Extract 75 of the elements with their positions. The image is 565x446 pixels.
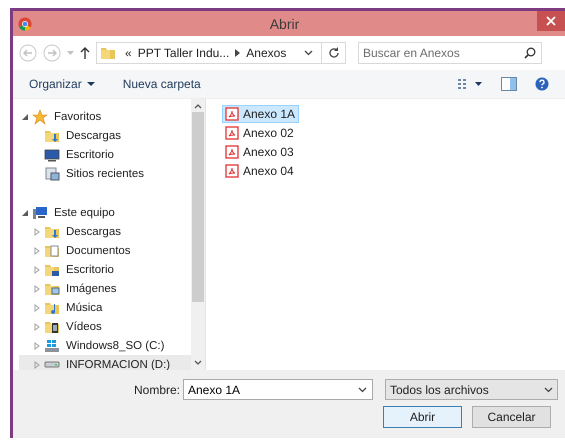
app-logo-icon	[18, 16, 32, 30]
sidebar-item[interactable]: Windows8_SO (C:)	[19, 336, 191, 355]
collapsed-arrow-icon[interactable]	[33, 304, 41, 312]
name-label: Nombre:	[132, 382, 180, 396]
folder-icon	[100, 45, 116, 61]
pdf-file-icon	[225, 107, 239, 121]
collapsed-arrow-icon[interactable]	[33, 266, 41, 274]
chevron-down-icon	[304, 50, 313, 56]
computer-icon	[32, 204, 48, 220]
chevron-down-icon	[358, 386, 367, 392]
view-options-icon[interactable]	[457, 78, 483, 90]
collapsed-arrow-icon[interactable]	[33, 284, 41, 292]
file-item[interactable]: Anexo 1A	[222, 105, 300, 123]
refresh-icon	[328, 47, 340, 59]
search-field[interactable]: Buscar en Anexos	[358, 42, 542, 64]
star-icon	[32, 108, 48, 124]
collapsed-arrow-icon[interactable]	[33, 360, 41, 368]
collapsed-arrow-icon[interactable]	[33, 228, 41, 236]
new-folder-button[interactable]: Nueva carpeta	[122, 77, 201, 91]
file-item[interactable]: Anexo 04	[222, 162, 298, 180]
refresh-button[interactable]	[322, 42, 346, 64]
folder-icon	[44, 242, 60, 258]
collapsed-arrow-icon[interactable]	[33, 246, 41, 254]
sidebar-item[interactable]: Imágenes	[19, 279, 191, 298]
history-caret-icon[interactable]	[67, 51, 74, 55]
caret-icon	[86, 82, 95, 86]
sidebar-item[interactable]: Documentos	[19, 241, 191, 260]
sidebar-item[interactable]: Sitios recientes	[19, 164, 191, 183]
file-item[interactable]: Anexo 03	[222, 143, 298, 161]
pdf-file-icon	[225, 164, 239, 178]
windows-drive-icon	[44, 338, 60, 354]
sidebar-item[interactable]: Escritorio	[19, 145, 191, 164]
monitor-icon	[44, 146, 60, 162]
sidebar-item[interactable]: Música	[19, 298, 191, 317]
scroll-up-icon[interactable]	[194, 102, 202, 110]
scrollbar[interactable]	[191, 99, 205, 370]
drive-icon	[44, 360, 60, 369]
search-icon	[524, 47, 536, 59]
expanded-arrow-icon[interactable]	[21, 208, 29, 216]
help-icon[interactable]	[535, 77, 549, 91]
breadcrumb[interactable]: PPT Taller Indu...	[138, 46, 230, 60]
file-item[interactable]: Anexo 02	[222, 124, 298, 142]
back-icon	[19, 44, 37, 62]
sidebar-item[interactable]: INFORMACION (D:)	[19, 355, 191, 370]
address-bar[interactable]: « PPT Taller Indu... Anexos	[96, 42, 322, 64]
close-button[interactable]	[537, 11, 565, 31]
expanded-arrow-icon[interactable]	[21, 112, 29, 120]
sidebar-item[interactable]: Favoritos	[19, 107, 191, 126]
back-button[interactable]	[19, 44, 37, 62]
up-arrow-icon[interactable]	[80, 47, 90, 59]
chevron-down-icon	[544, 386, 553, 392]
separator-arrow-icon[interactable]	[235, 49, 240, 57]
forward-button[interactable]	[43, 44, 61, 62]
scroll-down-icon[interactable]	[194, 359, 202, 367]
collapsed-arrow-icon[interactable]	[33, 322, 41, 330]
pdf-file-icon	[225, 145, 239, 159]
sidebar-item[interactable]: Escritorio	[19, 260, 191, 279]
sidebar-item[interactable]: Descargas	[19, 222, 191, 241]
recent-places-icon	[44, 166, 60, 182]
organize-menu[interactable]: Organizar	[29, 77, 95, 91]
sidebar-item[interactable]: Descargas	[19, 126, 191, 145]
overflow-chevron[interactable]: «	[125, 46, 132, 60]
close-icon	[546, 16, 556, 26]
pdf-file-icon	[225, 126, 239, 140]
sidebar-item[interactable]: Este equipo	[19, 203, 191, 222]
window-title: Abrir	[268, 16, 300, 32]
sidebar-item[interactable]: Vídeos	[19, 317, 191, 336]
open-button[interactable]: Abrir	[383, 406, 462, 428]
breadcrumb[interactable]: Anexos	[246, 46, 286, 60]
collapsed-arrow-icon[interactable]	[33, 342, 41, 350]
forward-icon	[43, 44, 61, 62]
cancel-button[interactable]: Cancelar	[472, 406, 551, 428]
preview-pane-icon[interactable]	[501, 77, 517, 91]
file-name-field[interactable]: Anexo 1A	[183, 379, 373, 400]
file-type-dropdown[interactable]: Todos los archivos	[385, 379, 558, 400]
